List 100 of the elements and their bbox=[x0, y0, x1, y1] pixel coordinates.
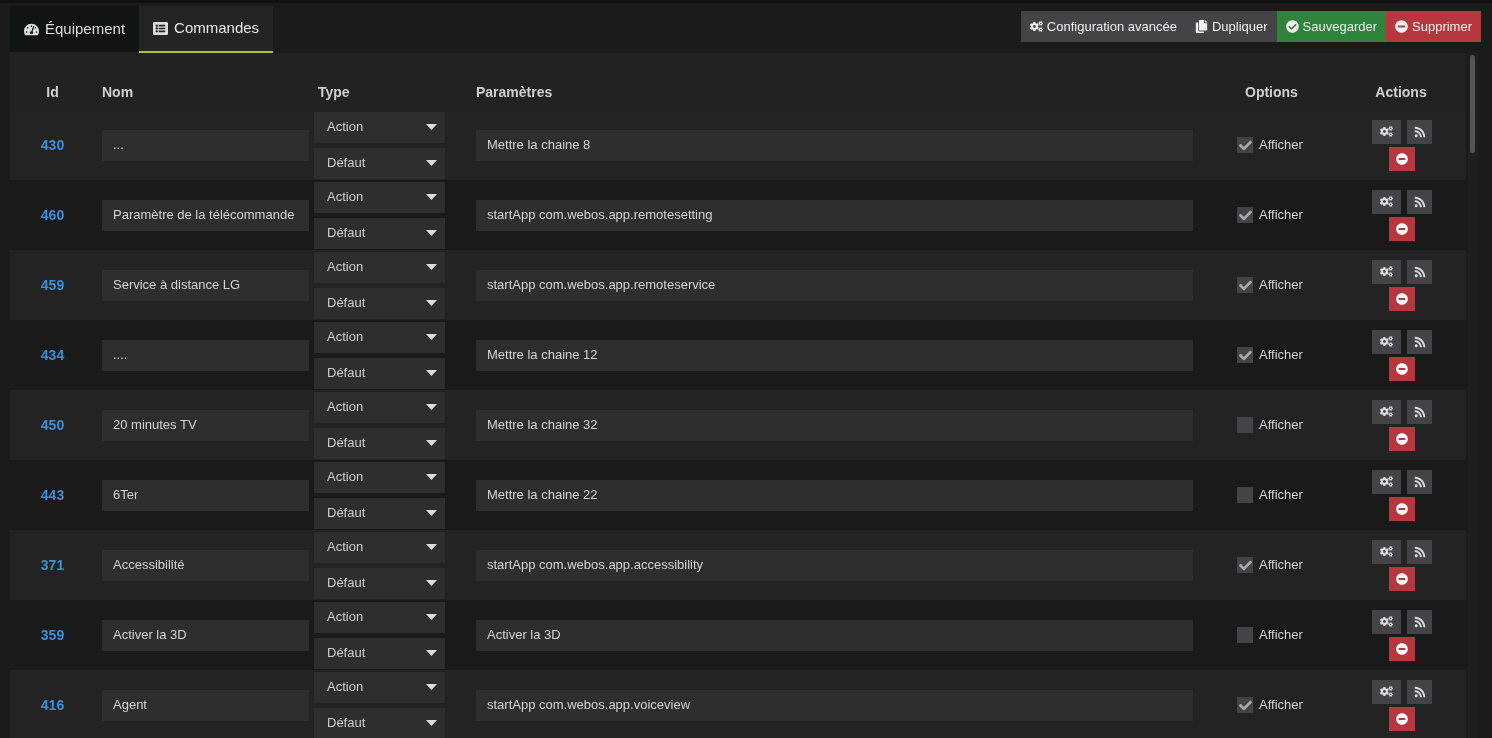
parameter-field[interactable]: Mettre la chaine 32 bbox=[476, 409, 1193, 441]
checkbox[interactable] bbox=[1237, 487, 1253, 503]
rss-button[interactable] bbox=[1407, 609, 1432, 634]
settings-button[interactable] bbox=[1372, 189, 1401, 214]
checkbox[interactable] bbox=[1237, 207, 1253, 223]
rss-button[interactable] bbox=[1407, 189, 1432, 214]
delete-button[interactable] bbox=[1389, 286, 1415, 311]
checkbox[interactable] bbox=[1237, 347, 1253, 363]
id-link[interactable]: 371 bbox=[10, 554, 95, 576]
settings-button[interactable] bbox=[1372, 259, 1401, 284]
settings-button[interactable] bbox=[1372, 399, 1401, 424]
name-field[interactable]: Agent bbox=[102, 689, 309, 721]
toolbar-button[interactable]: Dupliquer bbox=[1185, 11, 1277, 42]
settings-button[interactable] bbox=[1372, 119, 1401, 144]
delete-button[interactable] bbox=[1389, 636, 1415, 661]
settings-button[interactable] bbox=[1372, 609, 1401, 634]
delete-button[interactable] bbox=[1389, 356, 1415, 381]
checkbox[interactable] bbox=[1237, 417, 1253, 433]
rss-button[interactable] bbox=[1407, 329, 1432, 354]
delete-button[interactable] bbox=[1389, 496, 1415, 521]
id-link[interactable]: 430 bbox=[10, 134, 95, 156]
name-field[interactable]: 6Ter bbox=[102, 479, 309, 511]
select-field[interactable]: Action bbox=[314, 181, 445, 213]
delete-button[interactable] bbox=[1389, 216, 1415, 241]
id-link[interactable]: 450 bbox=[10, 414, 95, 436]
gears-icon bbox=[1380, 615, 1393, 628]
select-field[interactable]: Défaut bbox=[314, 567, 445, 599]
name-field[interactable]: ... bbox=[102, 129, 309, 161]
rss-button[interactable] bbox=[1407, 259, 1432, 284]
gears-icon bbox=[1380, 405, 1393, 418]
id-link[interactable]: 460 bbox=[10, 204, 95, 226]
settings-button[interactable] bbox=[1372, 539, 1401, 564]
gears-icon bbox=[1380, 125, 1393, 138]
select-field[interactable]: Action bbox=[314, 671, 445, 703]
rss-button[interactable] bbox=[1407, 119, 1432, 144]
gears-icon bbox=[1380, 265, 1393, 278]
parameter-field[interactable]: startApp com.webos.app.remoteservice bbox=[476, 269, 1193, 301]
select-field[interactable]: Action bbox=[314, 601, 445, 633]
name-field[interactable]: Accessibilité bbox=[102, 549, 309, 581]
select-field[interactable]: Défaut bbox=[314, 147, 445, 179]
tab[interactable]: Commandes bbox=[139, 6, 274, 53]
rss-button[interactable] bbox=[1407, 399, 1432, 424]
select-field[interactable]: Défaut bbox=[314, 217, 445, 249]
dropdown-caret-icon bbox=[426, 544, 437, 550]
select-field[interactable]: Action bbox=[314, 531, 445, 563]
check-icon bbox=[1238, 138, 1252, 152]
select-field[interactable]: Action bbox=[314, 321, 445, 353]
rss-button[interactable] bbox=[1407, 469, 1432, 494]
select-field[interactable]: Défaut bbox=[314, 357, 445, 389]
select-field[interactable]: Défaut bbox=[314, 637, 445, 669]
dropdown-caret-icon bbox=[426, 650, 437, 656]
delete-button[interactable] bbox=[1389, 706, 1415, 731]
checkbox[interactable] bbox=[1237, 277, 1253, 293]
select-field[interactable]: Action bbox=[314, 111, 445, 143]
settings-button[interactable] bbox=[1372, 679, 1401, 704]
parameter-field[interactable]: Activer la 3D bbox=[476, 619, 1193, 651]
tab[interactable]: Équipement bbox=[10, 6, 140, 53]
select-field[interactable]: Défaut bbox=[314, 287, 445, 319]
select-field[interactable]: Défaut bbox=[314, 427, 445, 459]
delete-button[interactable] bbox=[1389, 566, 1415, 591]
id-link[interactable]: 434 bbox=[10, 344, 95, 366]
checkbox[interactable] bbox=[1237, 627, 1253, 643]
parameter-field[interactable]: startApp com.webos.app.voiceview bbox=[476, 689, 1193, 721]
toolbar-button[interactable]: Configuration avancée bbox=[1020, 11, 1186, 42]
id-link[interactable]: 359 bbox=[10, 624, 95, 646]
parameter-field[interactable]: startApp com.webos.app.accessibility bbox=[476, 549, 1193, 581]
id-link[interactable]: 459 bbox=[10, 274, 95, 296]
select-field[interactable]: Action bbox=[314, 251, 445, 283]
select-field[interactable]: Action bbox=[314, 391, 445, 423]
name-field[interactable]: Paramètre de la télécommande bbox=[102, 199, 309, 231]
delete-button[interactable] bbox=[1389, 426, 1415, 451]
scrollbar-thumb[interactable] bbox=[1470, 55, 1475, 153]
toolbar-button[interactable]: Sauvegarder bbox=[1276, 11, 1387, 42]
rss-button[interactable] bbox=[1407, 539, 1432, 564]
name-field[interactable]: Service à distance LG bbox=[102, 269, 309, 301]
select-field[interactable]: Défaut bbox=[314, 497, 445, 529]
parameter-field[interactable]: Mettre la chaine 8 bbox=[476, 129, 1193, 161]
settings-button[interactable] bbox=[1372, 469, 1401, 494]
column-header: Options bbox=[1244, 83, 1299, 102]
select-field[interactable]: Défaut bbox=[314, 707, 445, 738]
parameter-field[interactable]: Mettre la chaine 22 bbox=[476, 479, 1193, 511]
rss-button[interactable] bbox=[1407, 679, 1432, 704]
toolbar-button[interactable]: Supprimer bbox=[1386, 11, 1481, 42]
checkbox[interactable] bbox=[1237, 697, 1253, 713]
select-field[interactable]: Action bbox=[314, 461, 445, 493]
checkbox[interactable] bbox=[1237, 137, 1253, 153]
settings-button[interactable] bbox=[1372, 329, 1401, 354]
dropdown-caret-icon bbox=[426, 580, 437, 586]
checkbox[interactable] bbox=[1237, 557, 1253, 573]
name-field[interactable]: 20 minutes TV bbox=[102, 409, 309, 441]
option-label: Afficher bbox=[1259, 416, 1303, 435]
id-link[interactable]: 443 bbox=[10, 484, 95, 506]
parameter-field[interactable]: Mettre la chaine 12 bbox=[476, 339, 1193, 371]
check-icon bbox=[1238, 698, 1252, 712]
name-field[interactable]: .... bbox=[102, 339, 309, 371]
name-field[interactable]: Activer la 3D bbox=[102, 619, 309, 651]
parameter-field[interactable]: startApp com.webos.app.remotesetting bbox=[476, 199, 1193, 231]
id-link[interactable]: 416 bbox=[10, 694, 95, 716]
dropdown-caret-icon bbox=[426, 300, 437, 306]
delete-button[interactable] bbox=[1389, 146, 1415, 171]
